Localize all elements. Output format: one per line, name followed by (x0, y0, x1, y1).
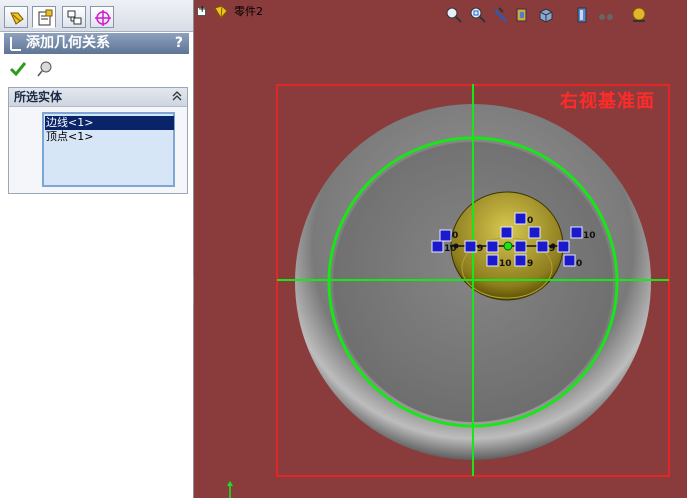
tab-dimxpert-manager[interactable] (90, 6, 114, 28)
relation-icon (514, 212, 527, 225)
relation-icon (500, 226, 513, 239)
section-view-button[interactable] (512, 4, 532, 26)
property-manager-panel: 添加几何关系 ? 所选实体 边线<1> 顶点<1> (0, 0, 194, 498)
list-item[interactable]: 顶点<1> (45, 130, 174, 144)
edit-appearance-button[interactable] (629, 4, 649, 26)
ok-checkmark-icon[interactable] (9, 60, 27, 78)
pushpin-icon[interactable] (36, 60, 54, 78)
configuration-manager-icon (67, 10, 82, 25)
selected-entities-group: 所选实体 边线<1> 顶点<1> (8, 87, 188, 194)
selected-entities-list[interactable]: 边线<1> 顶点<1> (42, 112, 175, 187)
feature-manager-icon (10, 12, 24, 25)
relation-label: 10 (583, 231, 596, 241)
relation-icon (570, 226, 583, 239)
relation-icon (431, 240, 444, 253)
relation-icon (563, 254, 576, 267)
relation-label: 9 (477, 244, 483, 254)
relation-label: 9 (527, 259, 533, 269)
property-manager-icon (38, 9, 53, 26)
view-orientation-button[interactable] (536, 4, 556, 26)
zoom-to-fit-button[interactable] (444, 4, 464, 26)
relation-icon (486, 240, 499, 253)
tree-expand-button[interactable] (197, 4, 206, 16)
relation-label: 10 (499, 259, 512, 269)
relation-icon (536, 240, 549, 253)
section-view-icon (516, 8, 527, 22)
relation-icon (528, 226, 541, 239)
property-manager-title-bar: 添加几何关系 ? (4, 33, 189, 54)
relation-label: 0 (527, 216, 533, 226)
help-button[interactable]: ? (175, 34, 183, 53)
relation-icon (557, 240, 570, 253)
relation-label: 0 (576, 259, 582, 269)
graphics-viewport[interactable]: 0 10 9 10 9 9 10 0 0 (194, 0, 687, 498)
relation-icon (514, 254, 527, 267)
collapse-chevron-icon[interactable] (171, 90, 183, 102)
display-style-icon (577, 7, 587, 23)
relation-label: 9 (549, 244, 555, 254)
relation-label: 10 (444, 244, 457, 254)
add-relation-icon (10, 37, 21, 51)
selected-entities-header: 所选实体 (9, 88, 187, 107)
hide-show-items-icon (599, 14, 613, 20)
property-manager-title: 添加几何关系 (26, 35, 110, 51)
relation-label: 0 (452, 231, 458, 241)
previous-view-icon (494, 7, 507, 22)
hide-show-items-button[interactable] (596, 4, 616, 26)
part-name[interactable]: 零件2 (234, 5, 263, 19)
view-orientation-icon (539, 8, 553, 23)
relation-icon (514, 240, 527, 253)
display-style-button[interactable] (572, 4, 592, 26)
previous-view-button[interactable] (491, 4, 511, 26)
relation-icon (439, 229, 452, 242)
zoom-area-button[interactable] (468, 4, 488, 26)
relation-icon (464, 240, 477, 253)
dimxpert-manager-icon (95, 10, 111, 26)
sketch-point[interactable] (503, 241, 513, 251)
plane-label: 右视基准面 (560, 91, 655, 112)
reference-triad-icon (227, 481, 233, 498)
tab-feature-manager[interactable] (4, 6, 28, 28)
tab-configuration-manager[interactable] (62, 6, 86, 28)
graphics-area[interactable]: 0 10 9 10 9 9 10 0 0 零件2 (194, 0, 687, 498)
relation-icon (486, 254, 499, 267)
tab-property-manager[interactable] (32, 6, 56, 28)
part-icon[interactable] (212, 3, 230, 21)
selected-entities-title: 所选实体 (14, 90, 63, 104)
zoom-area-icon (470, 7, 486, 23)
list-item[interactable]: 边线<1> (45, 116, 174, 130)
zoom-to-fit-icon (446, 7, 462, 23)
manager-tab-strip (0, 0, 193, 32)
edit-appearance-icon (632, 7, 646, 22)
heads-up-view-toolbar (444, 4, 684, 28)
